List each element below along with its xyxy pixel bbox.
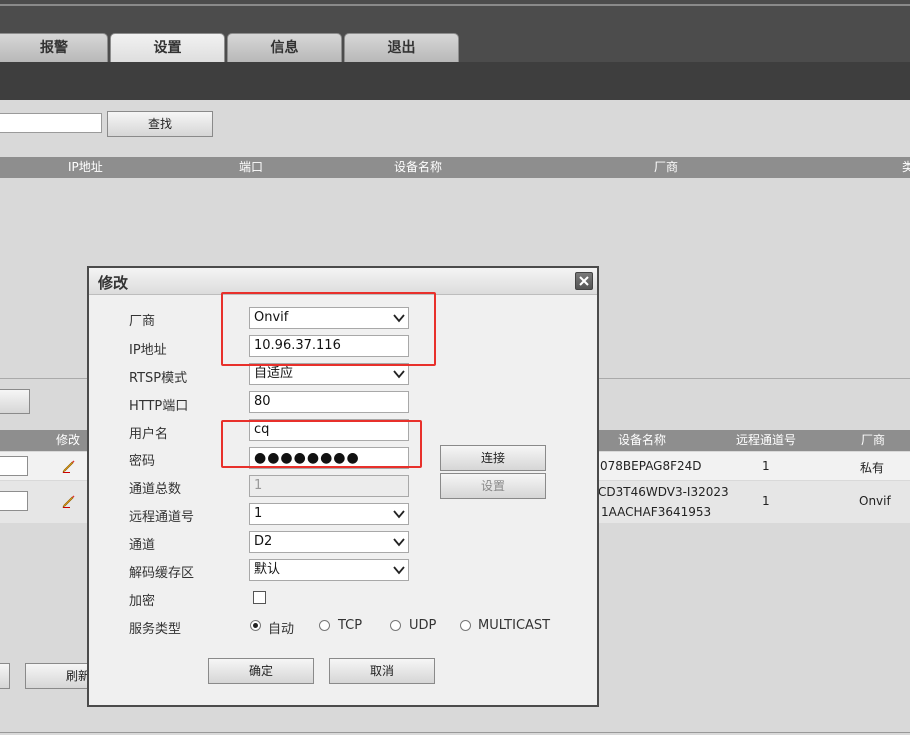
radio-auto[interactable] <box>250 620 261 631</box>
decode-buffer-select[interactable]: 默认 <box>249 559 409 581</box>
encrypt-checkbox[interactable] <box>253 591 266 604</box>
dialog-title: 修改 <box>98 274 129 292</box>
rtsp-mode-select[interactable]: 自适应 <box>249 363 409 385</box>
connect-button[interactable]: 连接 <box>440 445 546 471</box>
header-remote-channel: 远程通道号 <box>736 433 797 447</box>
radio-tcp-label: TCP <box>338 618 363 633</box>
http-port-input[interactable]: 80 <box>249 391 409 413</box>
search-button[interactable]: 查找 <box>107 111 213 137</box>
tab-info[interactable]: 信息 <box>227 33 342 62</box>
radio-multicast[interactable] <box>460 620 471 631</box>
label-vendor: 厂商 <box>129 314 156 329</box>
header-port: 端口 <box>239 160 264 174</box>
tab-alarm-label: 报警 <box>40 40 68 56</box>
highlight-box-credentials <box>221 420 422 468</box>
radio-auto-label: 自动 <box>268 622 295 637</box>
ok-button-label: 确定 <box>248 664 273 678</box>
connect-button-label: 连接 <box>480 451 505 465</box>
tab-alarm[interactable]: 报警 <box>0 33 108 62</box>
tab-settings[interactable]: 设置 <box>110 33 225 62</box>
row-device-name: 078BEPAG8F24D <box>600 459 702 473</box>
label-channel: 通道 <box>129 538 156 553</box>
remote-channel-select[interactable]: 1 <box>249 503 409 525</box>
tab-settings-label: 设置 <box>153 40 182 56</box>
search-table-header: IP地址 端口 设备名称 厂商 类 <box>0 157 910 178</box>
row-device-name-line1: CD3T46WDV3-I32023 <box>598 485 729 499</box>
row-vendor: 私有 <box>860 461 885 475</box>
total-channels-value: 1 <box>254 478 263 493</box>
label-http-port: HTTP端口 <box>129 399 189 414</box>
edit-icon[interactable] <box>62 494 76 508</box>
ok-button[interactable]: 确定 <box>208 658 314 684</box>
row-checkbox[interactable] <box>0 491 28 511</box>
header-edit: 修改 <box>56 433 81 447</box>
chevron-down-icon <box>393 538 405 547</box>
tab-logout-label: 退出 <box>387 40 416 56</box>
dialog-title-bar: 修改 <box>89 268 597 295</box>
label-password: 密码 <box>129 454 156 469</box>
decode-buffer-value: 默认 <box>254 562 281 577</box>
header-vendor-2: 厂商 <box>861 433 886 447</box>
row-checkbox[interactable] <box>0 456 28 476</box>
label-remote-channel: 远程通道号 <box>129 510 195 525</box>
total-channels-input: 1 <box>249 475 409 497</box>
bottom-divider <box>0 732 910 733</box>
label-rtsp-mode: RTSP模式 <box>129 371 188 386</box>
top-divider <box>0 4 910 6</box>
row-vendor: Onvif <box>859 494 891 508</box>
chevron-down-icon <box>393 370 405 379</box>
setup-button[interactable]: 设置 <box>440 473 546 499</box>
close-button[interactable] <box>575 272 593 290</box>
label-decode-buffer: 解码缓存区 <box>129 566 195 581</box>
label-username: 用户名 <box>129 427 169 442</box>
row-device-name-line2: 1AACHAF3641953 <box>601 505 712 519</box>
label-ip: IP地址 <box>129 343 167 358</box>
header-type-cut: 类 <box>902 160 910 174</box>
tab-info-label: 信息 <box>270 40 299 56</box>
header-vendor: 厂商 <box>654 160 679 174</box>
channel-select[interactable]: D2 <box>249 531 409 553</box>
chevron-down-icon <box>393 510 405 519</box>
http-port-value: 80 <box>254 394 271 409</box>
setup-button-label: 设置 <box>480 479 505 493</box>
tab-logout[interactable]: 退出 <box>344 33 459 62</box>
radio-selected-dot <box>253 623 258 628</box>
row-remote-channel: 1 <box>762 459 770 473</box>
edit-icon[interactable] <box>62 459 76 473</box>
sub-bar <box>0 62 910 100</box>
radio-tcp[interactable] <box>319 620 330 631</box>
rtsp-mode-value: 自适应 <box>254 366 294 381</box>
chevron-down-icon <box>393 566 405 575</box>
highlight-box-vendor-ip <box>221 292 436 366</box>
header-ip: IP地址 <box>68 160 103 174</box>
row-remote-channel: 1 <box>762 494 770 508</box>
label-total-channels: 通道总数 <box>129 482 182 497</box>
remote-channel-value: 1 <box>254 506 263 521</box>
partial-button[interactable] <box>0 389 30 414</box>
partial-bottom-button[interactable] <box>0 663 10 689</box>
label-encrypt: 加密 <box>129 594 156 609</box>
channel-value: D2 <box>254 534 273 549</box>
cancel-button[interactable]: 取消 <box>329 658 435 684</box>
close-icon <box>579 276 589 286</box>
refresh-button[interactable]: 刷新 <box>25 663 95 689</box>
search-button-label: 查找 <box>147 117 172 131</box>
header-device-name: 设备名称 <box>394 160 443 174</box>
label-service-type: 服务类型 <box>129 622 182 637</box>
radio-multicast-label: MULTICAST <box>478 618 551 633</box>
cancel-button-label: 取消 <box>369 664 394 678</box>
header-device-name-2: 设备名称 <box>618 433 667 447</box>
radio-udp[interactable] <box>390 620 401 631</box>
radio-udp-label: UDP <box>409 618 437 633</box>
search-input[interactable] <box>0 113 102 133</box>
